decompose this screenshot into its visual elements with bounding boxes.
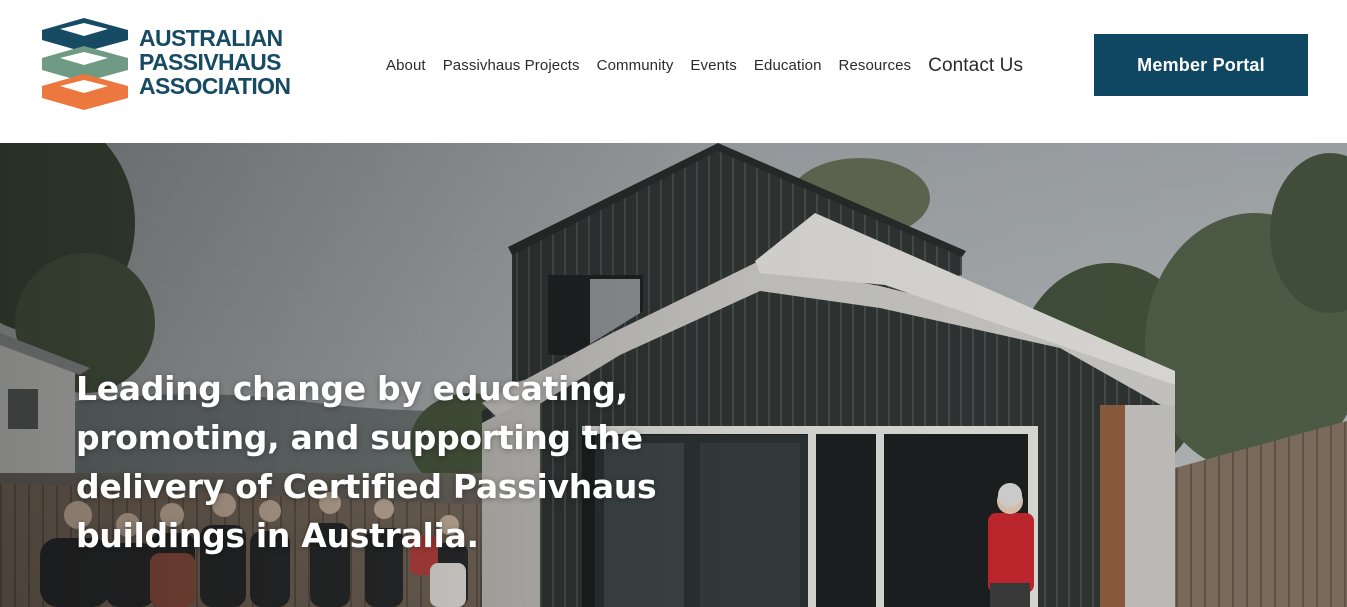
nav-events[interactable]: Events (690, 57, 736, 74)
nav-education[interactable]: Education (754, 57, 822, 74)
nav-contact-us[interactable]: Contact Us (928, 55, 1023, 77)
site-header: AUSTRALIAN PASSIVHAUS ASSOCIATION About … (0, 0, 1347, 143)
main-nav: About Passivhaus Projects Community Even… (386, 50, 1023, 80)
logo-link[interactable]: AUSTRALIAN PASSIVHAUS ASSOCIATION (38, 16, 298, 114)
nav-passivhaus-projects[interactable]: Passivhaus Projects (443, 57, 580, 74)
logo-line-3: ASSOCIATION (139, 73, 291, 99)
nav-about[interactable]: About (386, 57, 426, 74)
logo-wordmark: AUSTRALIAN PASSIVHAUS ASSOCIATION (139, 25, 291, 99)
logo-line-2: PASSIVHAUS (139, 49, 281, 75)
logo-mark-icon (42, 18, 128, 110)
hero-banner: Leading change by educating, promoting, … (0, 143, 1347, 607)
nav-resources[interactable]: Resources (839, 57, 912, 74)
hero-heading: Leading change by educating, promoting, … (76, 369, 657, 555)
nav-community[interactable]: Community (597, 57, 674, 74)
member-portal-button[interactable]: Member Portal (1094, 34, 1308, 96)
logo-line-1: AUSTRALIAN (139, 25, 283, 51)
